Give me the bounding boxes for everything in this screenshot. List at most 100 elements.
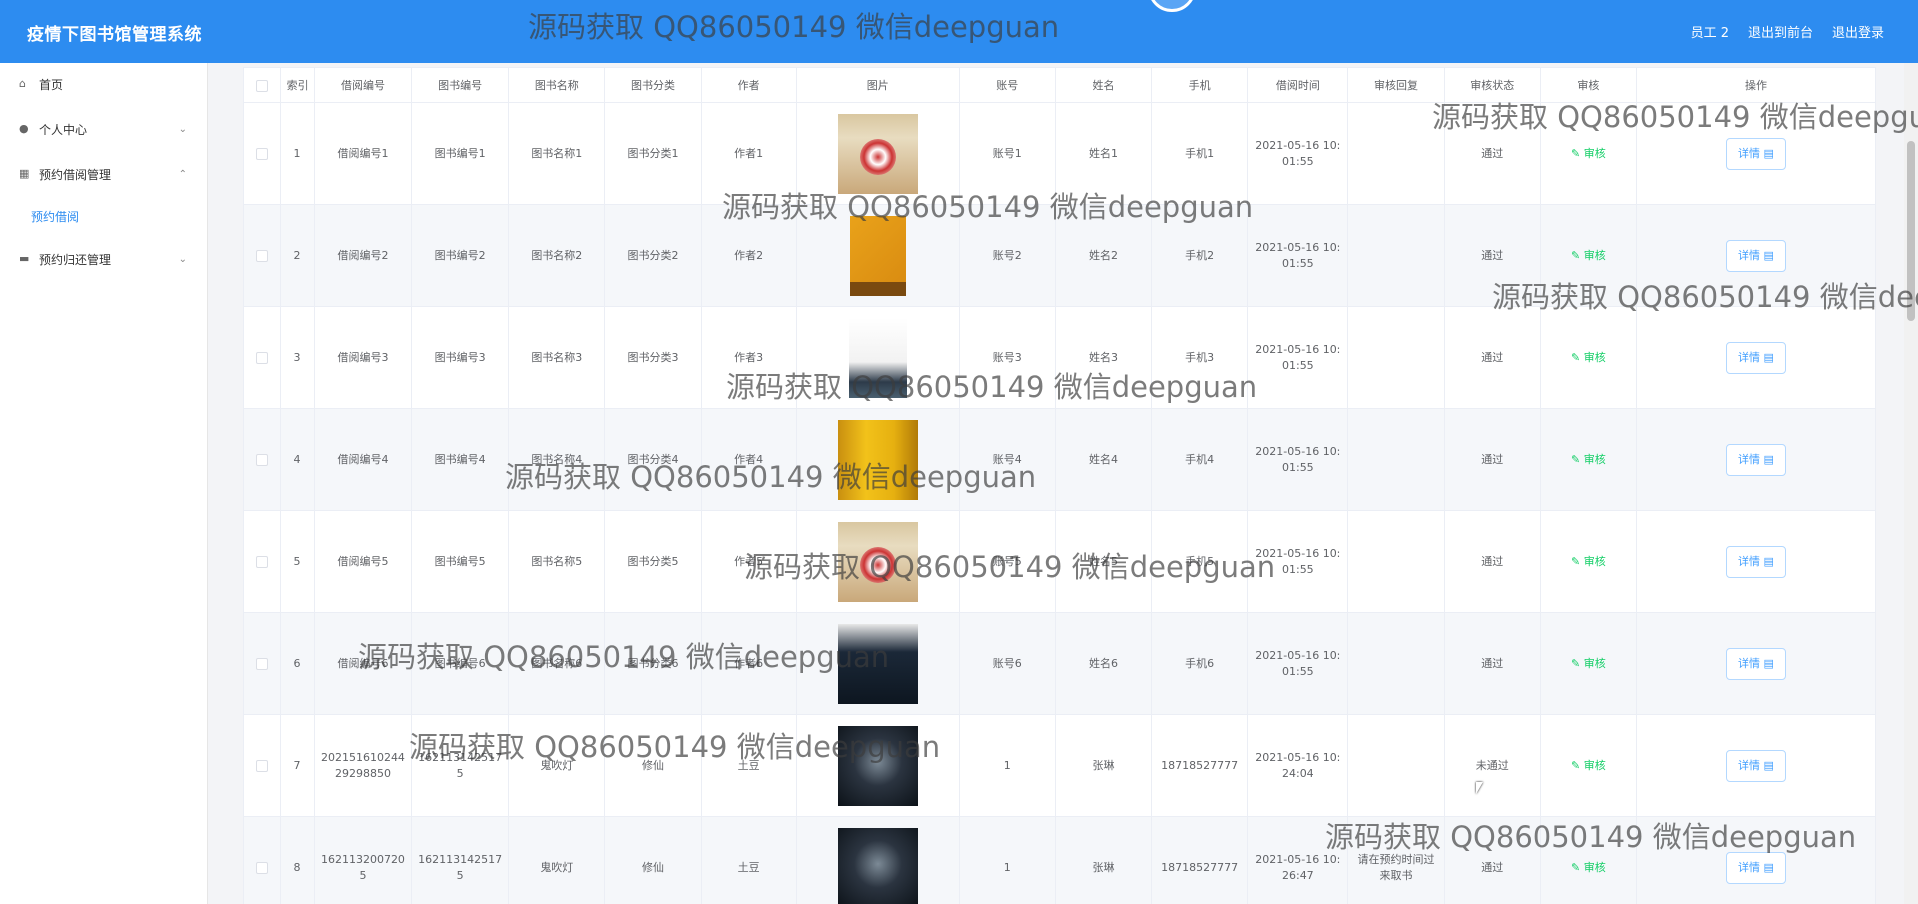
- back-to-front-link[interactable]: 退出到前台: [1748, 22, 1813, 41]
- row-checkbox[interactable]: [242, 612, 282, 715]
- cell-actions: 详情 ▤: [1635, 408, 1877, 511]
- cell-category: 图书分类6: [604, 612, 702, 715]
- checkbox-icon[interactable]: [256, 657, 269, 670]
- detail-button[interactable]: 详情 ▤: [1725, 851, 1786, 884]
- cell-actions: 详情 ▤: [1635, 612, 1877, 715]
- row-checkbox[interactable]: [242, 204, 282, 307]
- table-row[interactable]: 6 借阅编号6 图书编号6 图书名称6 图书分类6 作者6 账号6 姓名6 手机…: [242, 612, 1877, 715]
- floating-ball[interactable]: [1148, 0, 1196, 12]
- checkbox-icon[interactable]: [256, 79, 269, 92]
- row-checkbox[interactable]: [242, 306, 282, 409]
- edit-icon: ✎: [1571, 860, 1584, 874]
- cell-name: 姓名4: [1054, 408, 1153, 511]
- cell-account: 账号5: [958, 510, 1056, 613]
- audit-button[interactable]: ✎ 审核: [1571, 861, 1606, 874]
- row-checkbox[interactable]: [242, 714, 282, 817]
- cell-author: 土豆: [700, 714, 797, 817]
- detail-button[interactable]: 详情 ▤: [1725, 443, 1786, 476]
- col-header-phone: 手机: [1151, 67, 1249, 103]
- detail-button[interactable]: 详情 ▤: [1725, 239, 1786, 272]
- cell-audit: ✎ 审核: [1539, 204, 1637, 307]
- detail-button[interactable]: 详情 ▤: [1725, 545, 1786, 578]
- cell-category: 图书分类5: [604, 510, 702, 613]
- cell-audit: ✎ 审核: [1539, 306, 1637, 409]
- sidebar-item-borrow-management[interactable]: ▦ 预约借阅管理 ⌃: [0, 156, 207, 192]
- cell-audit-status: 通过: [1443, 306, 1541, 409]
- sidebar-subitem-label: 预约借阅: [31, 209, 80, 224]
- col-header-audit: 审核: [1539, 67, 1637, 103]
- row-checkbox[interactable]: [242, 816, 282, 904]
- audit-button[interactable]: ✎ 审核: [1571, 249, 1606, 262]
- cell-book-no: 图书编号5: [411, 510, 510, 613]
- cell-index: 8: [280, 816, 315, 904]
- col-header-image: 图片: [795, 67, 960, 103]
- table-row[interactable]: 8 1621132007205 1621131425175 鬼吹灯 修仙 土豆 …: [242, 816, 1877, 904]
- checkbox-icon[interactable]: [256, 555, 269, 568]
- table-row[interactable]: 2 借阅编号2 图书编号2 图书名称2 图书分类2 作者2 账号2 姓名2 手机…: [242, 204, 1877, 307]
- cell-account: 账号4: [958, 408, 1056, 511]
- audit-button[interactable]: ✎ 审核: [1571, 147, 1606, 160]
- audit-button[interactable]: ✎ 审核: [1571, 453, 1606, 466]
- cell-audit-reply: [1347, 714, 1445, 817]
- checkbox-icon[interactable]: [256, 249, 269, 262]
- edit-icon: ✎: [1571, 452, 1584, 466]
- document-icon: ▤: [1763, 758, 1774, 772]
- cell-book-name: 图书名称1: [508, 102, 606, 205]
- cell-image: [795, 408, 960, 511]
- book-cover-image: [837, 521, 918, 602]
- scrollbar-thumb[interactable]: [1907, 141, 1915, 321]
- table-row[interactable]: 5 借阅编号5 图书编号5 图书名称5 图书分类5 作者5 账号5 姓名5 手机…: [242, 510, 1877, 613]
- detail-button[interactable]: 详情 ▤: [1725, 137, 1786, 170]
- cell-audit: ✎ 审核: [1539, 816, 1637, 904]
- table-row[interactable]: 1 借阅编号1 图书编号1 图书名称1 图书分类1 作者1 账号1 姓名1 手机…: [242, 102, 1877, 205]
- detail-button[interactable]: 详情 ▤: [1725, 749, 1786, 782]
- edit-icon: ✎: [1571, 554, 1584, 568]
- sidebar-item-label: 预约借阅管理: [39, 167, 112, 182]
- cell-actions: 详情 ▤: [1635, 816, 1877, 904]
- cell-audit-status: 通过: [1443, 102, 1541, 205]
- table-row[interactable]: 4 借阅编号4 图书编号4 图书名称4 图书分类4 作者4 账号4 姓名4 手机…: [242, 408, 1877, 511]
- select-all-checkbox[interactable]: [242, 67, 282, 103]
- sidebar-item-home[interactable]: ⌂ 首页: [0, 66, 207, 102]
- cell-name: 姓名5: [1054, 510, 1153, 613]
- checkbox-icon[interactable]: [256, 759, 269, 772]
- cell-actions: 详情 ▤: [1635, 510, 1877, 613]
- cell-audit-status: 通过: [1443, 816, 1541, 904]
- table-row[interactable]: 3 借阅编号3 图书编号3 图书名称3 图书分类3 作者3 账号3 姓名3 手机…: [242, 306, 1877, 409]
- cell-author: 作者6: [700, 612, 797, 715]
- chevron-up-icon: ⌃: [178, 168, 187, 180]
- sidebar-subitem-borrow[interactable]: 预约借阅: [0, 200, 207, 232]
- cell-audit-reply: [1347, 306, 1445, 409]
- edit-icon: ✎: [1571, 248, 1584, 262]
- audit-button[interactable]: ✎ 审核: [1571, 759, 1606, 772]
- checkbox-icon[interactable]: [256, 147, 269, 160]
- cell-name: 张琳: [1054, 714, 1153, 817]
- audit-button[interactable]: ✎ 审核: [1571, 555, 1606, 568]
- cell-phone: 手机5: [1151, 510, 1249, 613]
- logout-link[interactable]: 退出登录: [1832, 22, 1884, 41]
- audit-button[interactable]: ✎ 审核: [1571, 351, 1606, 364]
- current-user[interactable]: 员工 2: [1691, 22, 1729, 41]
- audit-button[interactable]: ✎ 审核: [1571, 657, 1606, 670]
- detail-button[interactable]: 详情 ▤: [1725, 647, 1786, 680]
- sidebar-item-return-management[interactable]: ▬ 预约归还管理 ⌄: [0, 241, 207, 277]
- book-cover-image: [849, 215, 906, 296]
- table-row[interactable]: 7 20215161024429298850 1621131425175 鬼吹灯…: [242, 714, 1877, 817]
- checkbox-icon[interactable]: [256, 351, 269, 364]
- briefcase-icon: ▬: [19, 252, 30, 265]
- checkbox-icon[interactable]: [256, 861, 269, 874]
- checkbox-icon[interactable]: [256, 453, 269, 466]
- detail-button[interactable]: 详情 ▤: [1725, 341, 1786, 374]
- cell-audit-reply: [1347, 204, 1445, 307]
- cell-borrow-no: 20215161024429298850: [313, 714, 413, 817]
- cell-borrow-no: 借阅编号3: [313, 306, 413, 409]
- row-checkbox[interactable]: [242, 102, 282, 205]
- row-checkbox[interactable]: [242, 510, 282, 613]
- sidebar-item-profile[interactable]: ● 个人中心 ⌄: [0, 111, 207, 147]
- cell-author: 作者3: [700, 306, 797, 409]
- row-checkbox[interactable]: [242, 408, 282, 511]
- cell-actions: 详情 ▤: [1635, 204, 1877, 307]
- book-cover-image: [837, 623, 918, 704]
- page-scrollbar[interactable]: [1904, 63, 1918, 904]
- cell-borrow-time: 2021-05-16 10:01:55: [1247, 408, 1349, 511]
